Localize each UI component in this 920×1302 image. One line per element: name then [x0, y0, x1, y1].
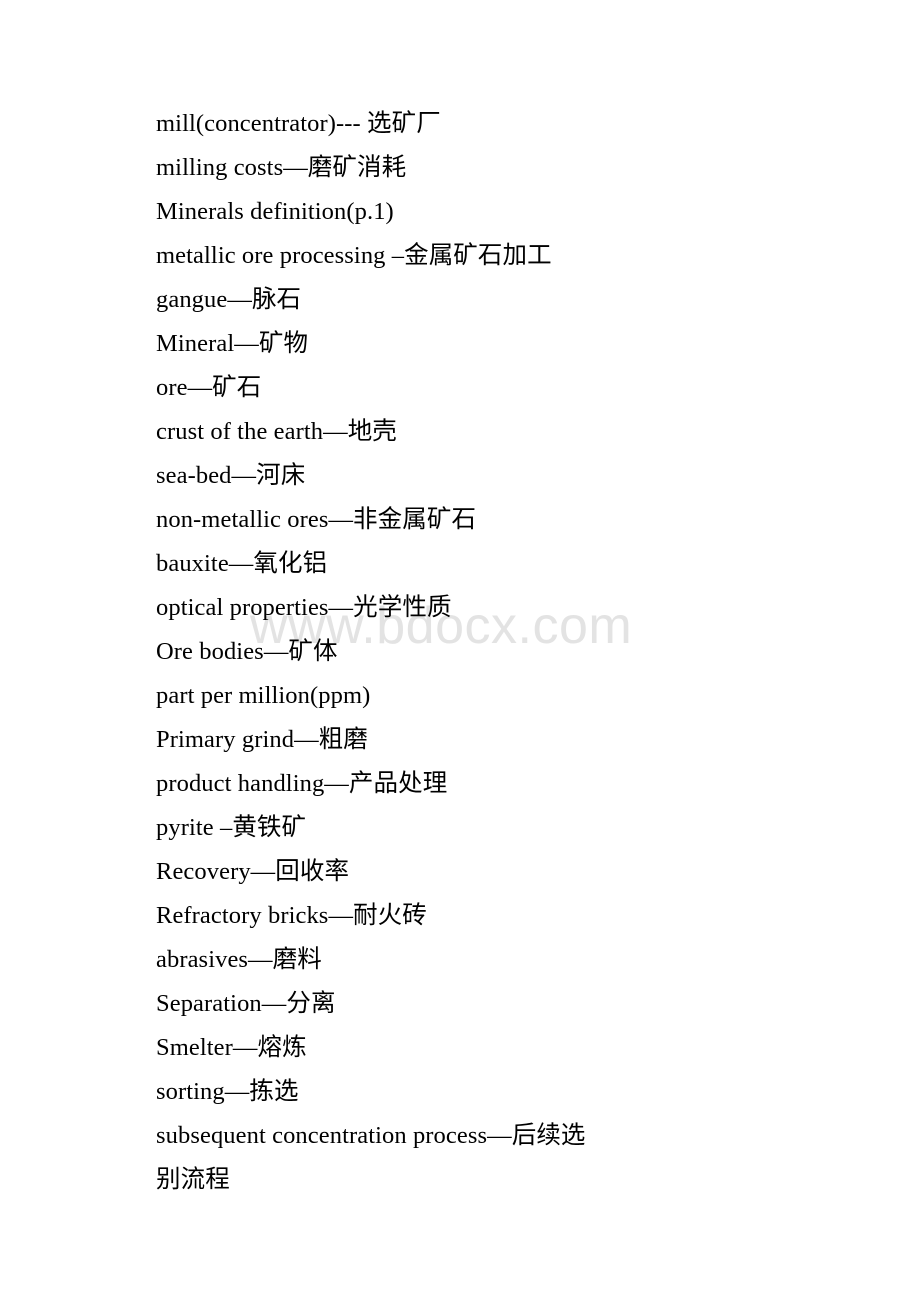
glossary-entry: product handling—产品处理 — [156, 770, 448, 797]
document-page: www.bdocx.com mill(concentrator)--- 选矿厂 … — [0, 0, 920, 1302]
glossary-entry: mill(concentrator)--- 选矿厂 — [156, 110, 441, 137]
glossary-entry: Ore bodies—矿体 — [156, 638, 338, 665]
glossary-entry: 别流程 — [156, 1166, 230, 1193]
glossary-entry: Smelter—熔炼 — [156, 1034, 307, 1061]
glossary-entry: part per million(ppm) — [156, 682, 371, 709]
glossary-entry: optical properties—光学性质 — [156, 594, 452, 621]
glossary-entry: Separation—分离 — [156, 990, 336, 1017]
glossary-entry: Refractory bricks—耐火砖 — [156, 902, 427, 929]
glossary-entry: sea-bed—河床 — [156, 462, 306, 489]
glossary-entry: subsequent concentration process—后续选 — [156, 1122, 586, 1149]
glossary-entry: ore—矿石 — [156, 374, 262, 401]
glossary-entry: sorting—拣选 — [156, 1078, 299, 1105]
glossary-entry: non-metallic ores—非金属矿石 — [156, 506, 477, 533]
glossary-entry: abrasives—磨料 — [156, 946, 322, 973]
glossary-entry: pyrite –黄铁矿 — [156, 814, 307, 841]
glossary-entry: milling costs—磨矿消耗 — [156, 154, 407, 181]
glossary-entry: gangue—脉石 — [156, 286, 302, 313]
glossary-list: mill(concentrator)--- 选矿厂 milling costs—… — [156, 102, 716, 1202]
glossary-entry: bauxite—氧化铝 — [156, 550, 328, 577]
glossary-entry: crust of the earth—地壳 — [156, 418, 397, 445]
glossary-entry: Mineral—矿物 — [156, 330, 309, 357]
glossary-entry: metallic ore processing –金属矿石加工 — [156, 242, 552, 269]
glossary-entry: Minerals definition(p.1) — [156, 198, 394, 225]
glossary-entry: Recovery—回收率 — [156, 858, 350, 885]
glossary-entry: Primary grind—粗磨 — [156, 726, 368, 753]
